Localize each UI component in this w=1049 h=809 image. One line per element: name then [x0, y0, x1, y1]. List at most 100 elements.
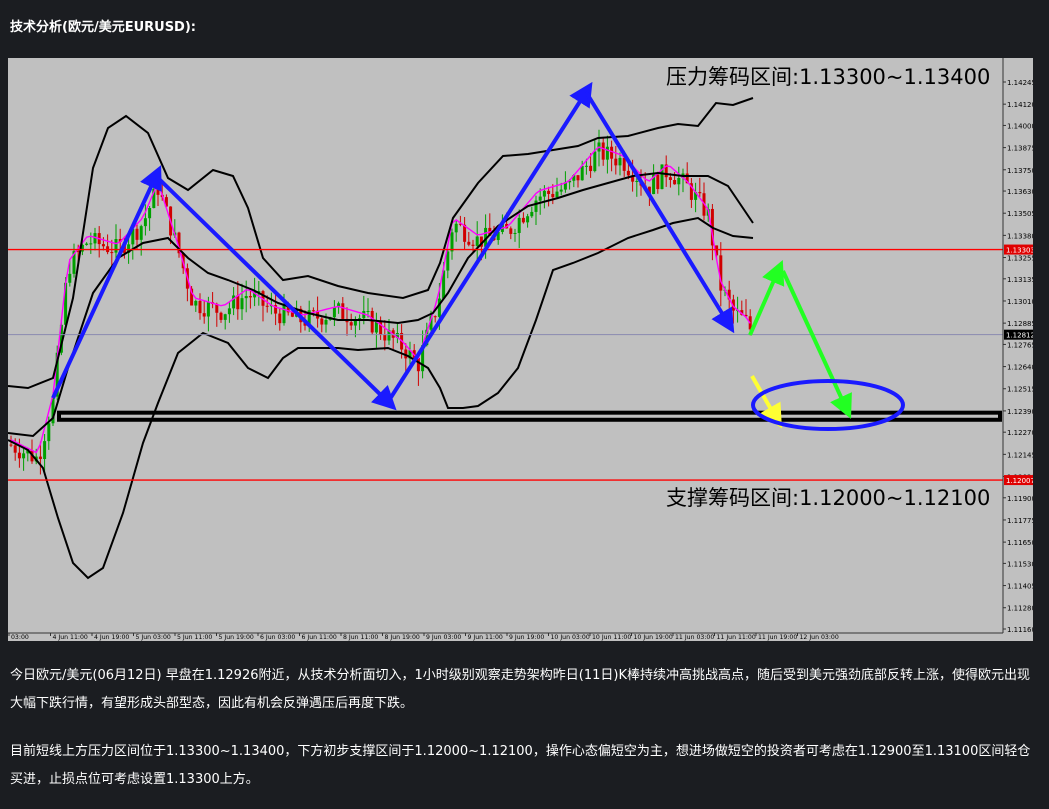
y-tick-label: 1.14245: [1007, 79, 1033, 87]
candle-body: [517, 217, 521, 233]
candle-body: [610, 146, 614, 159]
chart-svg: 压力筹码区间:1.13300~1.13400 支撑筹码区间:1.12000~1.1…: [7, 58, 1036, 641]
y-tick-label: 1.14000: [1007, 122, 1033, 130]
candle-body: [475, 236, 479, 246]
candle-body: [698, 192, 702, 194]
candle-body: [622, 157, 626, 171]
candle-body: [341, 303, 345, 319]
candle-body: [635, 180, 639, 182]
candle-body: [555, 191, 559, 198]
y-tick-label: 1.12145: [1007, 451, 1033, 459]
candle-body: [349, 322, 353, 326]
candle-body: [282, 304, 286, 324]
candle-body: [521, 217, 525, 223]
candle-body: [47, 423, 51, 442]
x-tick-label: 03:00: [11, 634, 29, 641]
y-tick-label: 1.12640: [1007, 364, 1033, 372]
candle-body: [668, 177, 672, 180]
x-tick-label: 11 Jun 11:00: [717, 634, 756, 641]
x-tick-label: 6 Jun 11:00: [302, 634, 337, 641]
candle-body: [135, 228, 139, 240]
candle-body: [219, 312, 223, 320]
candle-body: [416, 357, 420, 372]
x-tick-label: 11 Jun 19:00: [758, 634, 797, 641]
candle-body: [311, 310, 315, 312]
candle-body: [534, 200, 538, 212]
candle-body: [202, 313, 206, 317]
y-tick-label: 1.13750: [1007, 167, 1033, 175]
candle-body: [509, 228, 513, 234]
candle-body: [43, 441, 47, 459]
x-tick-label: 11 Jun 03:00: [675, 634, 714, 641]
candle-body: [223, 314, 227, 320]
candle-body: [471, 244, 475, 246]
x-tick-label: 12 Jun 03:00: [800, 634, 839, 641]
candle-body: [143, 218, 147, 227]
candle-body: [450, 232, 454, 252]
candle-body: [437, 298, 441, 317]
candle-body: [240, 298, 244, 310]
x-tick-label: 9 Jun 11:00: [468, 634, 503, 641]
y-tick-label: 1.12390: [1007, 408, 1033, 416]
candle-body: [9, 444, 13, 446]
candle-body: [454, 223, 458, 233]
candle-body: [139, 226, 143, 240]
x-tick-label: 4 Jun 19:00: [94, 634, 129, 641]
resistance-zone-label: 压力筹码区间:1.13300~1.13400: [666, 65, 990, 89]
y-tick-label: 1.13505: [1007, 210, 1033, 218]
y-tick-label: 1.11280: [1007, 605, 1033, 613]
support-price-tag: 1.12007: [1006, 477, 1033, 485]
x-tick-label: 10 Jun 19:00: [634, 634, 673, 641]
x-tick-label: 5 Jun 03:00: [136, 634, 171, 641]
y-tick-label: 1.13135: [1007, 276, 1033, 284]
candle-body: [85, 243, 89, 245]
candle-body: [366, 310, 370, 312]
x-tick-label: 10 Jun 11:00: [592, 634, 631, 641]
y-tick-label: 1.11405: [1007, 583, 1033, 591]
candle-body: [383, 334, 387, 341]
y-tick-label: 1.12515: [1007, 386, 1033, 394]
candle-body: [614, 158, 618, 166]
x-tick-label: 9 Jun 19:00: [509, 634, 544, 641]
y-tick-label: 1.13255: [1007, 255, 1033, 263]
candle-body: [526, 216, 530, 223]
y-tick-label: 1.11900: [1007, 495, 1033, 503]
candle-body: [601, 142, 605, 160]
candle-body: [626, 170, 630, 176]
candle-body: [576, 175, 580, 181]
x-tick-label: 8 Jun 11:00: [343, 634, 378, 641]
y-tick-label: 1.13010: [1007, 298, 1033, 306]
y-tick-label: 1.13380: [1007, 232, 1033, 240]
candle-body: [198, 300, 202, 314]
y-tick-label: 1.12270: [1007, 429, 1033, 437]
y-tick-label: 1.13630: [1007, 188, 1033, 196]
candle-body: [156, 188, 160, 195]
candle-body: [374, 322, 378, 333]
candle-body: [227, 308, 231, 315]
candle-body: [332, 307, 336, 318]
candle-body: [236, 295, 240, 310]
y-tick-label: 1.14120: [1007, 101, 1033, 109]
eurusd-chart: 压力筹码区间:1.13300~1.13400 支撑筹码区间:1.12000~1.1…: [7, 58, 1036, 641]
y-tick-label: 1.13875: [1007, 145, 1033, 153]
candle-body: [584, 165, 588, 167]
candle-body: [194, 300, 198, 306]
candle-body: [148, 208, 152, 219]
candle-body: [433, 316, 437, 318]
x-tick-label: 9 Jun 03:00: [426, 634, 461, 641]
candle-body: [547, 190, 551, 194]
section-heading: 技术分析(欧元/美元EURUSD):: [10, 20, 196, 35]
x-tick-label: 4 Jun 11:00: [53, 634, 88, 641]
candle-body: [248, 296, 252, 298]
candle-body: [110, 252, 114, 254]
candle-body: [370, 310, 374, 333]
y-tick-label: 1.11530: [1007, 560, 1033, 568]
candle-body: [551, 193, 555, 198]
candle-body: [618, 157, 622, 166]
candle-body: [467, 241, 471, 245]
candle-body: [278, 313, 282, 324]
candle-body: [101, 244, 105, 247]
candle-body: [89, 243, 93, 245]
candle-body: [673, 179, 677, 185]
candle-body: [656, 174, 660, 190]
